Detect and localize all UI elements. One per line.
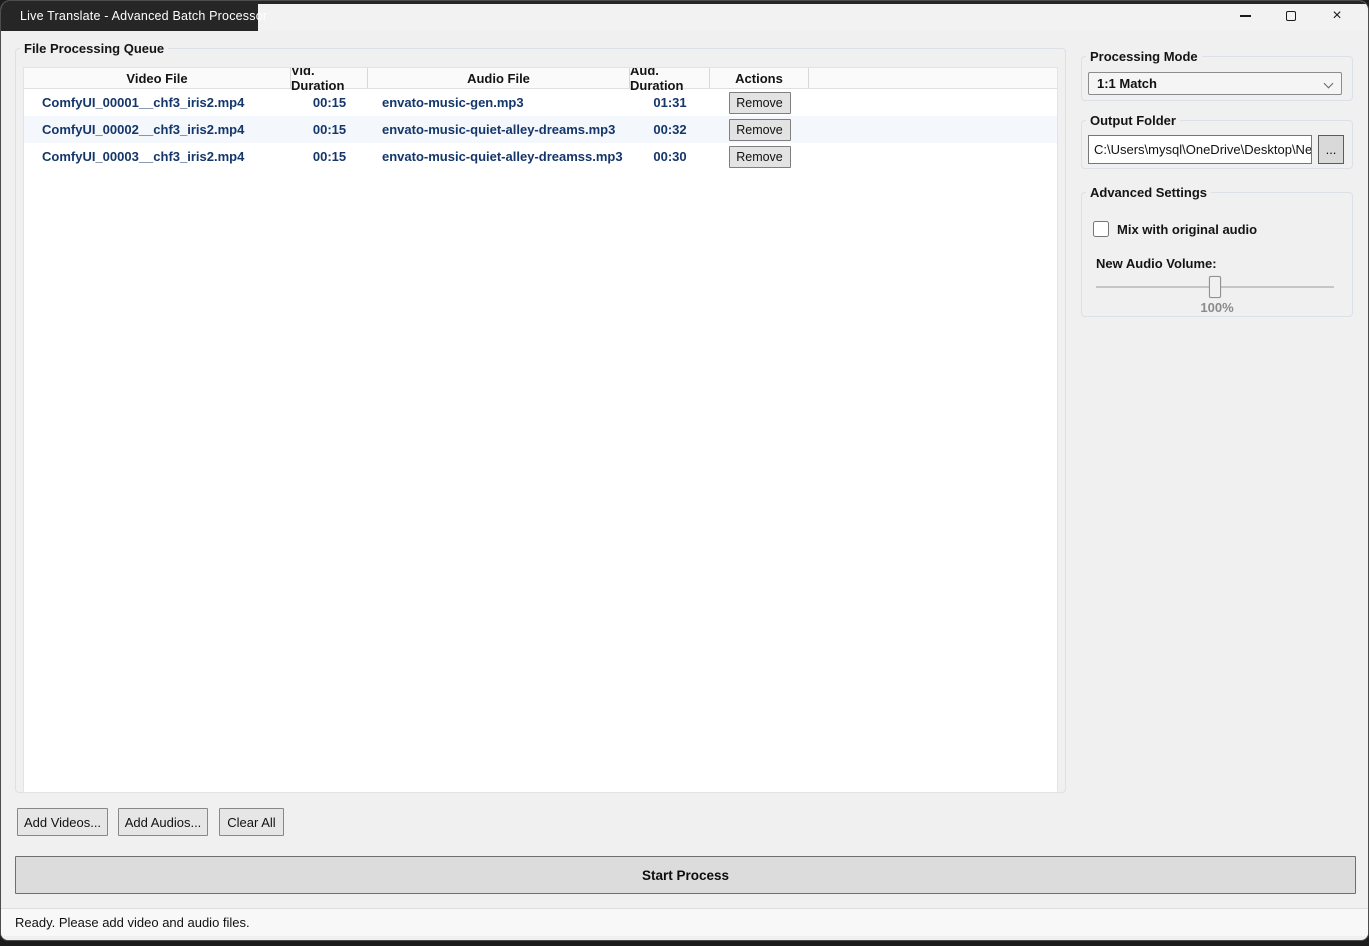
maximize-icon (1286, 11, 1296, 21)
app-window: Live Translate - Advanced Batch Processo… (0, 0, 1369, 941)
queue-group-label: File Processing Queue (20, 41, 168, 56)
title-bar-dark-segment: Live Translate - Advanced Batch Processo… (1, 1, 258, 31)
aud-duration-cell: 00:30 (630, 143, 710, 170)
column-header-vid-duration[interactable]: Vid. Duration (291, 68, 368, 88)
vid-duration-cell: 00:15 (291, 116, 368, 143)
browse-folder-button[interactable]: ... (1318, 135, 1344, 164)
file-processing-queue-group: File Processing Queue Video File Vid. Du… (15, 41, 1066, 793)
video-file-cell: ComfyUI_00001__chf3_iris2.mp4 (24, 89, 291, 116)
vid-duration-cell: 00:15 (291, 89, 368, 116)
processing-mode-selected-value: 1:1 Match (1097, 76, 1157, 91)
add-videos-button[interactable]: Add Videos... (17, 808, 108, 836)
output-folder-input[interactable] (1088, 135, 1312, 164)
output-folder-label: Output Folder (1086, 113, 1180, 128)
clear-all-button[interactable]: Clear All (219, 808, 284, 836)
processing-mode-group: Processing Mode 1:1 Match (1081, 49, 1353, 101)
close-icon: × (1332, 8, 1341, 24)
remove-button[interactable]: Remove (729, 92, 791, 114)
start-process-button[interactable]: Start Process (15, 856, 1356, 894)
title-bar: Live Translate - Advanced Batch Processo… (1, 1, 1368, 31)
queue-table-header: Video File Vid. Duration Audio File Aud.… (24, 68, 1057, 89)
table-row[interactable]: ComfyUI_00003__chf3_iris2.mp4 00:15 enva… (24, 143, 1057, 170)
status-bar: Ready. Please add video and audio files. (1, 908, 1368, 936)
audio-file-cell: envato-music-gen.mp3 (368, 89, 630, 116)
minimize-icon (1240, 15, 1251, 17)
volume-label: New Audio Volume: (1096, 256, 1217, 271)
table-row[interactable]: ComfyUI_00002__chf3_iris2.mp4 00:15 enva… (24, 116, 1057, 143)
status-text: Ready. Please add video and audio files. (15, 915, 250, 930)
column-header-video-file[interactable]: Video File (24, 68, 291, 88)
mix-audio-label: Mix with original audio (1117, 222, 1257, 237)
close-button[interactable]: × (1314, 1, 1360, 31)
column-header-actions[interactable]: Actions (710, 68, 809, 88)
minimize-button[interactable] (1222, 1, 1268, 31)
audio-file-cell: envato-music-quiet-alley-dreams.mp3 (368, 116, 630, 143)
queue-table: Video File Vid. Duration Audio File Aud.… (23, 67, 1058, 793)
table-row[interactable]: ComfyUI_00001__chf3_iris2.mp4 00:15 enva… (24, 89, 1057, 116)
audio-file-cell: envato-music-quiet-alley-dreamss.mp3 (368, 143, 630, 170)
slider-thumb[interactable] (1209, 276, 1221, 298)
output-folder-group: Output Folder ... (1081, 113, 1353, 169)
advanced-settings-label: Advanced Settings (1086, 185, 1211, 200)
add-audios-button[interactable]: Add Audios... (118, 808, 208, 836)
caption-buttons: × (1222, 1, 1360, 31)
processing-mode-label: Processing Mode (1086, 49, 1202, 64)
aud-duration-cell: 00:32 (630, 116, 710, 143)
column-header-filler (809, 68, 1057, 88)
advanced-settings-group: Advanced Settings Mix with original audi… (1081, 185, 1353, 317)
mix-audio-checkbox[interactable] (1093, 221, 1109, 237)
maximize-button[interactable] (1268, 1, 1314, 31)
volume-value: 100% (1082, 300, 1352, 315)
volume-slider[interactable] (1096, 275, 1334, 299)
aud-duration-cell: 01:31 (630, 89, 710, 116)
processing-mode-dropdown[interactable]: 1:1 Match (1088, 72, 1342, 95)
column-header-aud-duration[interactable]: Aud. Duration (630, 68, 710, 88)
remove-button[interactable]: Remove (729, 119, 791, 141)
video-file-cell: ComfyUI_00002__chf3_iris2.mp4 (24, 116, 291, 143)
window-title: Live Translate - Advanced Batch Processo… (20, 9, 267, 23)
chevron-down-icon (1324, 79, 1334, 89)
mix-audio-row: Mix with original audio (1093, 221, 1257, 237)
video-file-cell: ComfyUI_00003__chf3_iris2.mp4 (24, 143, 291, 170)
vid-duration-cell: 00:15 (291, 143, 368, 170)
remove-button[interactable]: Remove (729, 146, 791, 168)
column-header-audio-file[interactable]: Audio File (368, 68, 630, 88)
